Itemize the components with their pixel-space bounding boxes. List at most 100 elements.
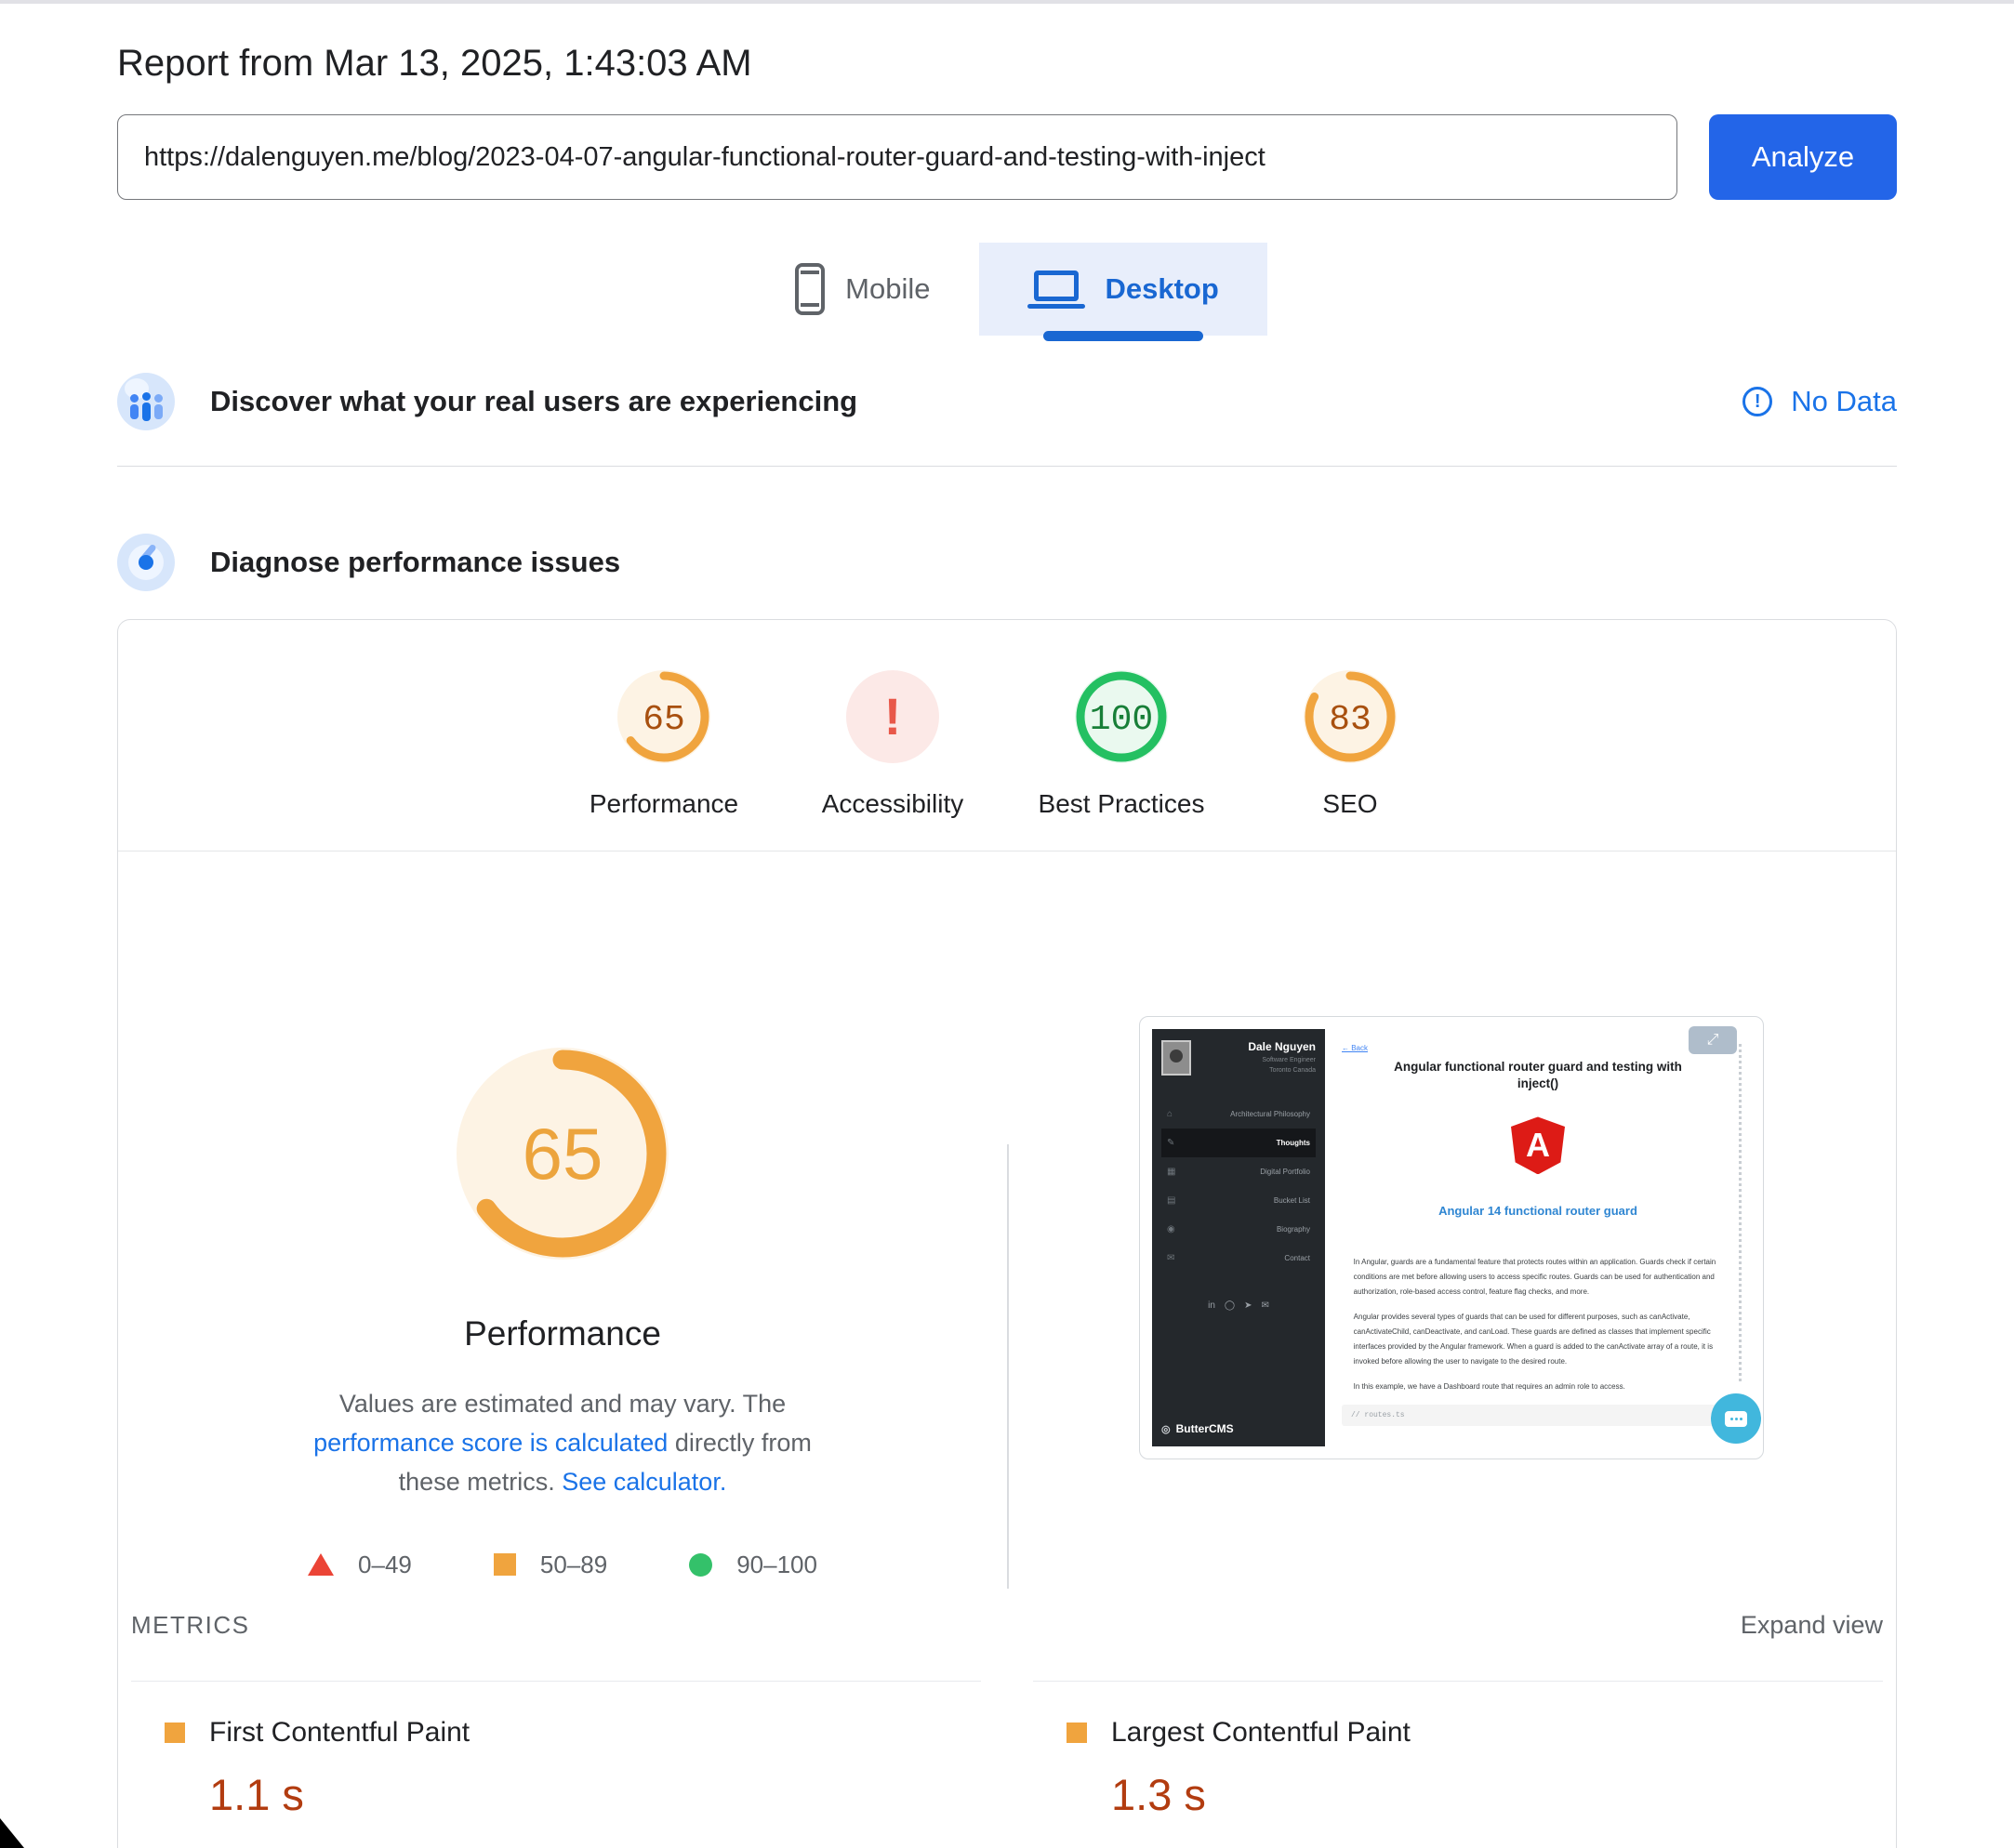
performance-gauge: 65 [617,670,710,763]
metric-value: 1.1 s [209,1769,304,1819]
no-data-label: No Data [1791,385,1897,417]
thumbnail-scrollbar [1739,1044,1742,1381]
profile-name: Dale Nguyen [1248,1040,1316,1053]
svg-text:100: 100 [1090,700,1153,740]
score-seo[interactable]: 83 SEO [1263,668,1438,819]
nav-item: ✎ Thoughts [1161,1129,1316,1157]
legend-range: 50–89 [539,1550,608,1578]
buttercms-logo: ◎ ButterCMS [1161,1422,1234,1435]
svg-text:65: 65 [643,700,685,740]
score-label: Best Practices [1038,789,1205,818]
section-divider [117,466,1897,467]
mail-icon: ✉ [1261,1300,1269,1311]
legend-range: 90–100 [736,1550,817,1578]
red-triangle-icon [308,1553,335,1577]
nav-item: ✉ Contact [1167,1253,1310,1263]
tab-desktop-label: Desktop [1105,272,1219,305]
see-calculator-link[interactable]: See calculator. [562,1468,726,1496]
metric-name: First Contentful Paint [209,1716,470,1748]
thumbnail-sidebar: Dale Nguyen Software Engineer Toronto Ca… [1152,1029,1325,1446]
crux-section-header: Discover what your real users are experi… [117,373,1897,430]
tab-desktop[interactable]: Desktop [978,243,1267,336]
article-subheading: Angular 14 functional router guard [1438,1204,1637,1219]
score-accessibility[interactable]: ! Accessibility [805,668,980,819]
orange-square-icon [1067,1722,1087,1743]
metrics-header: METRICS Expand view [131,1611,1883,1640]
calculator-link[interactable]: performance score is calculated [313,1429,668,1457]
back-link: ← Back [1342,1044,1369,1052]
code-block: // routes.ts [1342,1405,1734,1427]
nav-item: ▦ Digital Portfolio [1167,1167,1310,1177]
tab-mobile[interactable]: Mobile [747,243,978,336]
tab-mobile-label: Mobile [845,272,931,305]
category-scores: 65 Performance ! Accessibility 100 Best … [118,668,1896,819]
svg-text:65: 65 [523,1113,603,1195]
top-border [0,0,2014,4]
main-performance-gauge: 65 [457,1048,669,1260]
twitter-icon: ➤ [1244,1300,1252,1311]
metric-lcp: Largest Contentful Paint 1.3 s [1033,1680,1883,1848]
column-divider [1007,1144,1009,1589]
real-users-icon [117,373,175,430]
performance-detail-columns: 65 Performance Values are estimated and … [118,851,1896,1589]
performance-gauge-column: 65 Performance Values are estimated and … [118,851,1007,1579]
device-tabs: Mobile Desktop [117,243,1897,336]
nav-item: ⌂ Architectural Philosophy [1167,1109,1310,1119]
profile-role: Software Engineer [1262,1057,1316,1063]
crux-section-title: Discover what your real users are experi… [210,385,858,417]
metric-fcp: First Contentful Paint 1.1 s [131,1680,981,1848]
no-data-status[interactable]: ! No Data [1742,385,1897,418]
linkedin-icon: in [1208,1300,1215,1311]
angular-logo: A [1511,1116,1565,1175]
desktop-laptop-icon [1027,270,1085,309]
page-title: Report from Mar 13, 2025, 1:43:03 AM [117,43,752,84]
legend-average: 50–89 [493,1550,608,1579]
best-practices-gauge: 100 [1075,670,1168,763]
article-paragraph: In Angular, guards are a fundamental fea… [1353,1258,1716,1297]
article-paragraph: In this example, we have a Dashboard rou… [1353,1382,1625,1392]
legend-range: 0–49 [358,1550,412,1578]
score-label: SEO [1322,789,1378,818]
metrics-title: METRICS [131,1610,250,1639]
diagnose-gauge-icon [117,534,175,591]
avatar [1161,1040,1191,1076]
main-gauge-label: Performance [464,1314,661,1353]
mobile-phone-icon [795,263,826,315]
score-label: Accessibility [821,789,964,818]
article-paragraph: Angular provides several types of guards… [1353,1313,1714,1366]
screenshot-column: Dale Nguyen Software Engineer Toronto Ca… [1007,851,1896,1579]
svg-text:83: 83 [1329,700,1371,740]
analyze-bar: Analyze [117,114,1897,200]
lab-section-header: Diagnose performance issues [117,534,1897,591]
nav-item: ◉ Biography [1167,1224,1310,1234]
score-label: Performance [589,789,739,818]
thumbnail-content: ← Back Angular functional router guard a… [1325,1029,1751,1446]
profile-location: Toronto Canada [1269,1067,1316,1074]
expand-view-button[interactable]: Expand view [1741,1611,1883,1640]
score-legend: 0–49 50–89 90–100 [308,1551,817,1579]
seo-gauge: 83 [1304,670,1397,763]
metrics-grid: First Contentful Paint 1.1 s Largest Con… [131,1680,1883,1848]
green-circle-icon [689,1552,713,1577]
legend-poor: 0–49 [308,1551,412,1579]
orange-square-icon [493,1553,516,1577]
metric-value: 1.3 s [1111,1769,1206,1819]
legend-good: 90–100 [689,1551,817,1579]
disclaimer-text: Values are estimated and may vary. The [338,1390,787,1418]
social-icons: in ◯ ➤ ✉ [1161,1300,1316,1311]
chat-widget-icon [1711,1393,1761,1444]
info-icon: ! [1742,387,1773,416]
github-icon: ◯ [1224,1300,1236,1311]
thumbnail-expand-button[interactable]: ⤢ [1689,1026,1737,1054]
metric-name: Largest Contentful Paint [1111,1716,1411,1748]
accessibility-gauge: ! [846,670,939,763]
score-performance[interactable]: 65 Performance [576,668,751,819]
error-exclamation-icon: ! [884,687,902,746]
lab-section-title: Diagnose performance issues [210,546,621,578]
score-best-practices[interactable]: 100 Best Practices [1034,668,1209,819]
analyze-button[interactable]: Analyze [1709,114,1897,200]
orange-square-icon [165,1722,185,1743]
url-input[interactable] [117,114,1677,200]
page-screenshot-thumbnail[interactable]: Dale Nguyen Software Engineer Toronto Ca… [1139,1016,1764,1459]
article-title: Angular functional router guard and test… [1394,1060,1682,1091]
